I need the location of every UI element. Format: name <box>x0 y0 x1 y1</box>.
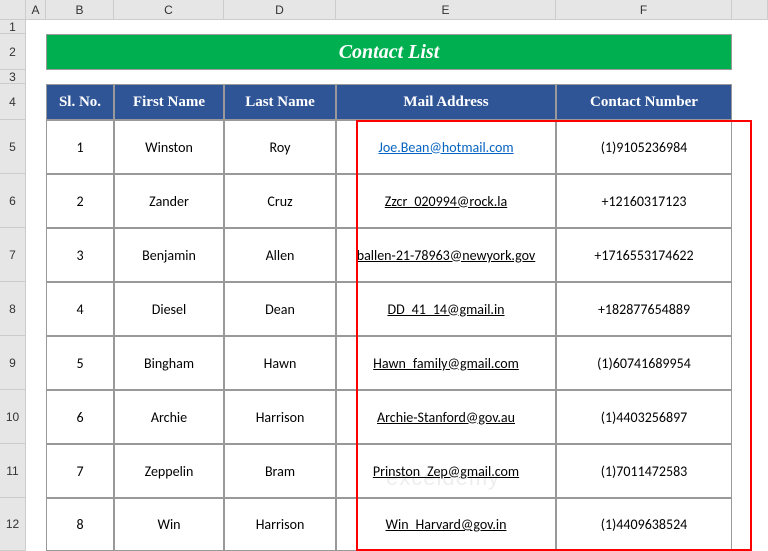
column-header[interactable] <box>0 0 26 19</box>
mail-cell[interactable]: Archie-Stanford@gov.au <box>336 390 556 444</box>
data-cell[interactable]: Winston <box>114 120 224 174</box>
table-row: 2ZanderCruz Zzcr_020994@rock.la +121603171… <box>46 174 732 228</box>
data-cell[interactable]: 7 <box>46 444 114 498</box>
mail-cell[interactable]: Win_Harvard@gov.in <box>336 498 556 551</box>
title-band: Contact List <box>46 34 732 70</box>
column-header[interactable]: D <box>224 0 336 19</box>
mail-link[interactable]: Win_Harvard@gov.in <box>386 516 507 533</box>
data-cell[interactable]: Win <box>114 498 224 551</box>
mail-link[interactable]: Joe.Bean@hotmail.com <box>378 139 513 156</box>
column-header[interactable]: B <box>46 0 114 19</box>
column-header[interactable]: C <box>114 0 224 19</box>
mail-cell[interactable]: Zzcr_020994@rock.la <box>336 174 556 228</box>
row-header[interactable]: 9 <box>0 336 26 390</box>
row-headers: 123456789101112 <box>0 20 26 551</box>
data-cell[interactable]: 4 <box>46 282 114 336</box>
contact-cell[interactable]: (1)4403256897 <box>556 390 732 444</box>
data-cell[interactable]: 2 <box>46 174 114 228</box>
row-header[interactable]: 1 <box>0 20 26 34</box>
data-cell[interactable]: Benjamin <box>114 228 224 282</box>
data-cell[interactable]: Harrison <box>224 498 336 551</box>
mail-cell[interactable]: Hawn_family@gmail.com <box>336 336 556 390</box>
data-cell[interactable]: Dean <box>224 282 336 336</box>
table-row: 4DieselDean DD_41_14@gmail.in +18287765488… <box>46 282 732 336</box>
table-body: 1WinstonRoy Joe.Bean@hotmail.com (1)910523… <box>46 120 732 551</box>
spreadsheet: ABCDEF 123456789101112 Contact List Sl. … <box>0 0 768 545</box>
contact-cell[interactable]: (1)60741689954 <box>556 336 732 390</box>
table-header-cell[interactable]: First Name <box>114 84 224 120</box>
contact-cell[interactable]: (1)7011472583 <box>556 444 732 498</box>
mail-link[interactable]: ballen-21-78963@newyork.gov <box>357 247 536 264</box>
mail-link[interactable]: DD_41_14@gmail.in <box>387 301 504 318</box>
row-header[interactable]: 4 <box>0 84 26 120</box>
row-header[interactable]: 12 <box>0 498 26 551</box>
table-header-cell[interactable]: Mail Address <box>336 84 556 120</box>
table-header-cell[interactable]: Contact Number <box>556 84 732 120</box>
data-cell[interactable]: 5 <box>46 336 114 390</box>
data-cell[interactable]: Cruz <box>224 174 336 228</box>
data-cell[interactable]: 3 <box>46 228 114 282</box>
contact-cell[interactable]: (1)4409638524 <box>556 498 732 551</box>
data-cell[interactable]: 8 <box>46 498 114 551</box>
table-header-cell[interactable]: Sl. No. <box>46 84 114 120</box>
row-header[interactable]: 11 <box>0 444 26 498</box>
contact-cell[interactable]: +12160317123 <box>556 174 732 228</box>
data-cell[interactable]: Archie <box>114 390 224 444</box>
mail-link[interactable]: Prinston_Zep@gmail.com <box>373 463 519 480</box>
row-header[interactable]: 8 <box>0 282 26 336</box>
contact-cell[interactable]: +182877654889 <box>556 282 732 336</box>
table-row: 3BenjaminAllen ballen-21-78963@newyork.go… <box>46 228 732 282</box>
contact-cell[interactable]: (1)9105236984 <box>556 120 732 174</box>
title-text: Contact List <box>339 41 440 64</box>
row-header[interactable]: 7 <box>0 228 26 282</box>
table-row: 5BinghamHawn Hawn_family@gmail.com (1)6074… <box>46 336 732 390</box>
row-header[interactable]: 3 <box>0 70 26 84</box>
data-cell[interactable]: Hawn <box>224 336 336 390</box>
column-header[interactable]: E <box>336 0 556 19</box>
row-header[interactable]: 2 <box>0 34 26 70</box>
mail-link[interactable]: Archie-Stanford@gov.au <box>377 409 515 426</box>
data-cell[interactable]: Roy <box>224 120 336 174</box>
mail-link[interactable]: Hawn_family@gmail.com <box>373 355 519 372</box>
data-cell[interactable]: Zander <box>114 174 224 228</box>
row-header[interactable]: 10 <box>0 390 26 444</box>
table-row: 7ZeppelinBram Prinston_Zep@gmail.com (1)70… <box>46 444 732 498</box>
column-header[interactable] <box>732 0 768 19</box>
row-header[interactable]: 5 <box>0 120 26 174</box>
table-row: 6ArchieHarrison Archie-Stanford@gov.au (1)… <box>46 390 732 444</box>
column-header[interactable]: A <box>26 0 46 19</box>
data-cell[interactable]: Allen <box>224 228 336 282</box>
contact-cell[interactable]: +1716553174622 <box>556 228 732 282</box>
mail-cell[interactable]: ballen-21-78963@newyork.gov <box>336 228 556 282</box>
table-row: 1WinstonRoy Joe.Bean@hotmail.com (1)910523… <box>46 120 732 174</box>
data-cell[interactable]: Harrison <box>224 390 336 444</box>
mail-cell[interactable]: Prinston_Zep@gmail.com <box>336 444 556 498</box>
data-cell[interactable]: 1 <box>46 120 114 174</box>
column-header[interactable]: F <box>556 0 732 19</box>
mail-cell[interactable]: DD_41_14@gmail.in <box>336 282 556 336</box>
table-row: 8WinHarrison Win_Harvard@gov.in (1)4409638… <box>46 498 732 551</box>
data-cell[interactable]: Diesel <box>114 282 224 336</box>
row-header[interactable]: 6 <box>0 174 26 228</box>
mail-cell[interactable]: Joe.Bean@hotmail.com <box>336 120 556 174</box>
data-cell[interactable]: Bingham <box>114 336 224 390</box>
grid-area: Contact List Sl. No.First NameLast NameM… <box>26 20 768 545</box>
data-cell[interactable]: Zeppelin <box>114 444 224 498</box>
table-header-cell[interactable]: Last Name <box>224 84 336 120</box>
table-header-row: Sl. No.First NameLast NameMail AddressCo… <box>46 84 732 120</box>
mail-link[interactable]: Zzcr_020994@rock.la <box>385 193 507 210</box>
column-headers: ABCDEF <box>0 0 768 20</box>
data-cell[interactable]: 6 <box>46 390 114 444</box>
data-cell[interactable]: Bram <box>224 444 336 498</box>
